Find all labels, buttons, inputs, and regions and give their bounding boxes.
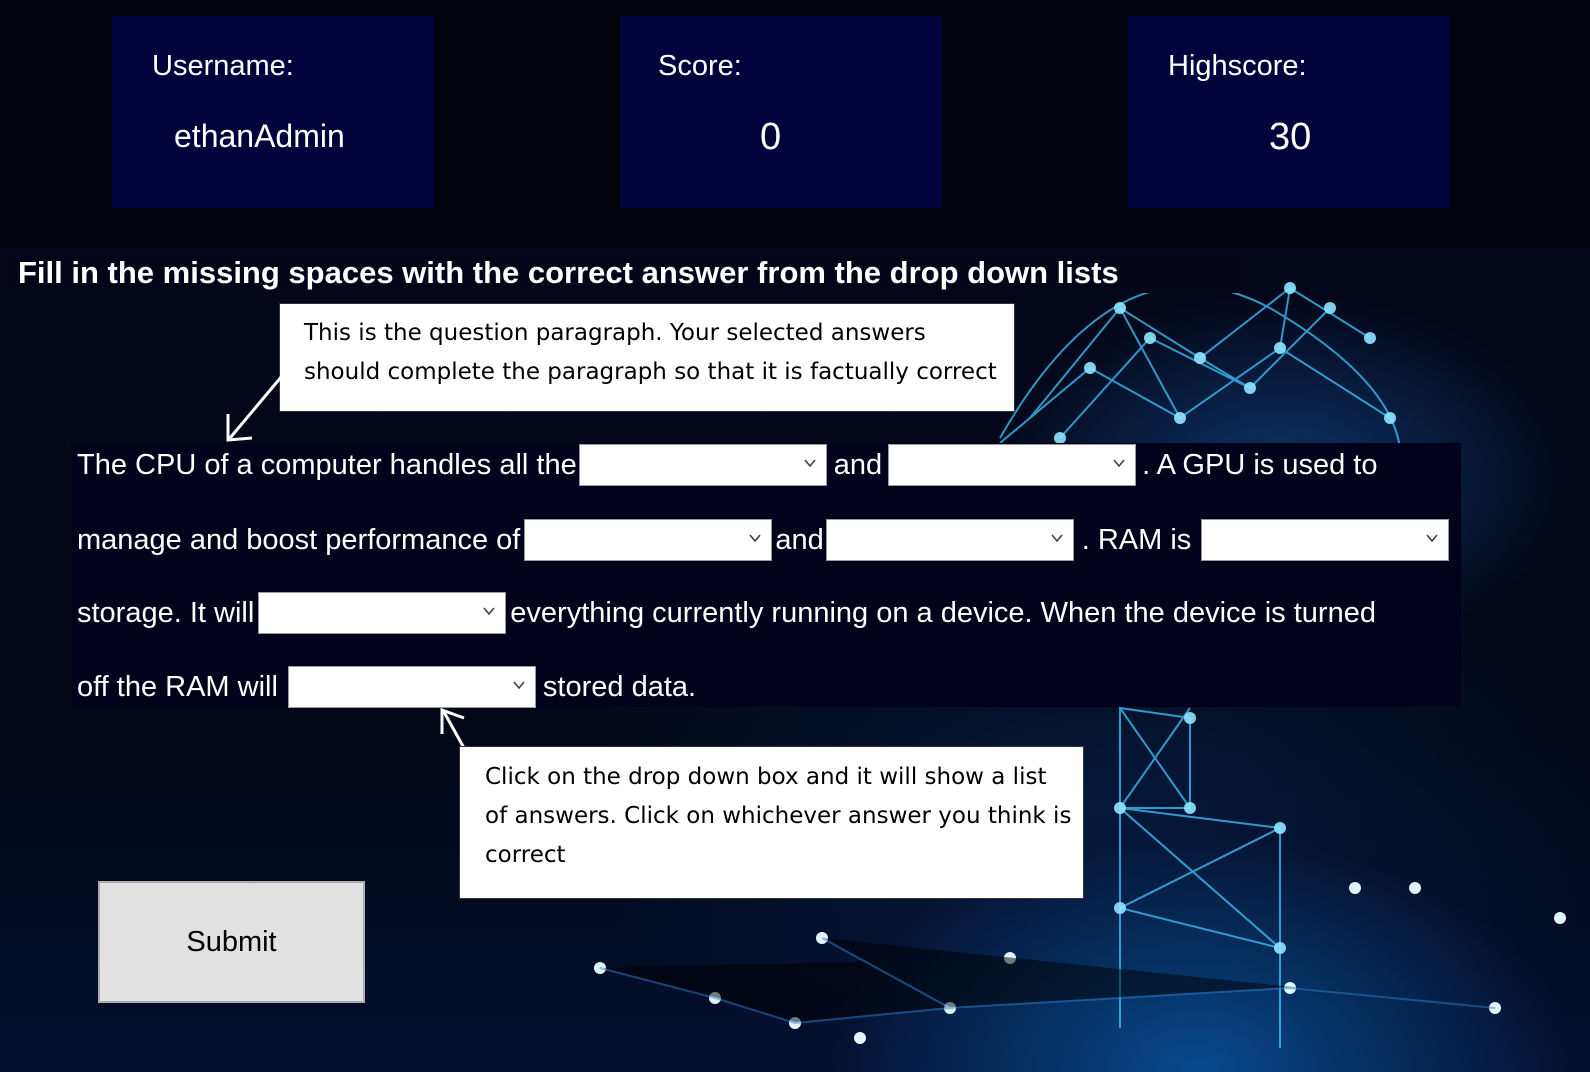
- highscore-value: 30: [1269, 116, 1312, 158]
- chevron-down-icon: [1426, 534, 1438, 543]
- score-label: Score:: [658, 50, 742, 82]
- paragraph-text-10: stored data.: [542, 670, 697, 703]
- score-value: 0: [760, 116, 782, 158]
- paragraph-line-3: storage. It will everything currently ru…: [77, 591, 1376, 635]
- paragraph-text-2: and: [833, 448, 883, 481]
- chevron-down-icon: [1113, 459, 1125, 468]
- username-label: Username:: [152, 50, 294, 82]
- paragraph-text-9: off the RAM will: [77, 670, 278, 703]
- username-value: ethanAdmin: [174, 118, 345, 154]
- paragraph-line-4: off the RAM will stored data.: [77, 665, 696, 709]
- paragraph-callout-line-1: This is the question paragraph. Your sel…: [304, 320, 926, 346]
- chevron-down-icon: [804, 459, 816, 468]
- dropdown-callout-line-3: correct: [485, 842, 566, 868]
- chevron-down-icon: [749, 534, 761, 543]
- username-panel: Username: ethanAdmin: [112, 16, 434, 208]
- highscore-panel: Highscore: 30: [1128, 16, 1450, 208]
- answer-dropdown-3[interactable]: [524, 519, 773, 561]
- answer-dropdown-2[interactable]: [888, 444, 1137, 486]
- paragraph-text-5: and: [775, 523, 824, 556]
- answer-dropdown-6[interactable]: [258, 592, 507, 634]
- paragraph-text-8: everything currently running on a device…: [510, 596, 1376, 629]
- dropdown-callout-line-1: Click on the drop down box and it will s…: [485, 764, 1047, 790]
- paragraph-text-1: The CPU of a computer handles all the: [77, 448, 577, 481]
- answer-dropdown-5[interactable]: [1201, 519, 1450, 561]
- chevron-down-icon: [1051, 534, 1063, 543]
- paragraph-text-3: . A GPU is used to: [1142, 448, 1378, 481]
- answer-dropdown-4[interactable]: [825, 519, 1074, 561]
- paragraph-text-4: manage and boost performance of: [77, 523, 521, 556]
- paragraph-callout-line-2: should complete the paragraph so that it…: [304, 359, 997, 385]
- chevron-down-icon: [483, 607, 495, 616]
- answer-dropdown-7[interactable]: [287, 666, 536, 708]
- question-paragraph: The CPU of a computer handles all the an…: [71, 443, 1461, 709]
- instruction-heading: Fill in the missing spaces with the corr…: [9, 253, 1241, 293]
- paragraph-callout: This is the question paragraph. Your sel…: [279, 303, 1015, 412]
- highscore-label: Highscore:: [1168, 50, 1307, 82]
- paragraph-line-2: manage and boost performance of and . RA…: [77, 518, 1450, 562]
- chevron-down-icon: [513, 681, 525, 690]
- submit-button[interactable]: Submit: [98, 881, 365, 1003]
- dropdown-callout-line-2: of answers. Click on whichever answer yo…: [485, 803, 1072, 829]
- paragraph-line-1: The CPU of a computer handles all the an…: [77, 443, 1377, 487]
- score-panel: Score: 0: [620, 16, 942, 208]
- dropdown-callout: Click on the drop down box and it will s…: [459, 746, 1084, 899]
- paragraph-text-7: storage. It will: [77, 596, 255, 629]
- arrow-up-left-icon: [226, 375, 284, 442]
- paragraph-text-6: . RAM is: [1081, 523, 1192, 556]
- answer-dropdown-1[interactable]: [578, 444, 827, 486]
